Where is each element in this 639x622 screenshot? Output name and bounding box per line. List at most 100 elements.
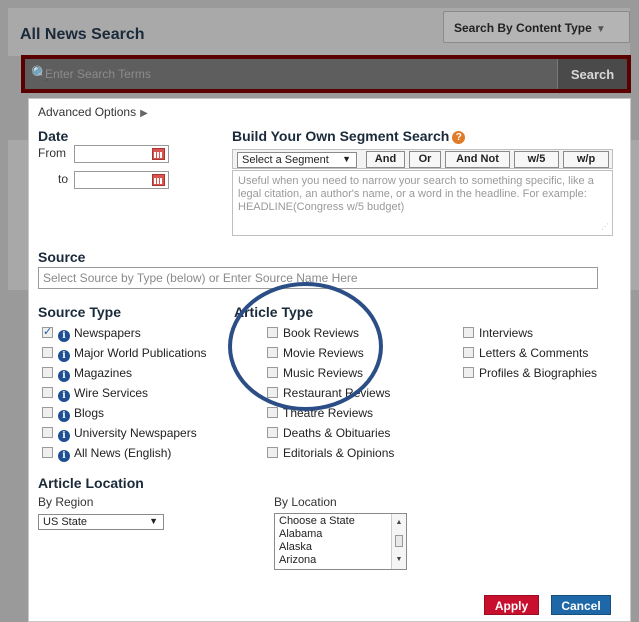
source-type-all-news[interactable]: i All News (English) (42, 446, 171, 462)
search-button[interactable]: Search (557, 59, 627, 89)
article-type-editorials-opinions[interactable]: Editorials & Opinions (267, 446, 394, 460)
operator-w5-button[interactable]: w/5 (514, 151, 559, 168)
advanced-options-dialog: Advanced Options ▶ Date From to Build You… (28, 98, 631, 622)
checkbox[interactable] (463, 367, 474, 378)
calendar-icon[interactable] (152, 174, 165, 186)
info-icon[interactable]: i (58, 430, 70, 442)
to-date-input[interactable] (74, 171, 169, 189)
location-option[interactable]: Alabama (279, 528, 402, 541)
article-type-label: Book Reviews (283, 326, 360, 340)
checkbox[interactable] (42, 325, 53, 338)
article-type-label: Letters & Comments (479, 346, 589, 360)
segment-help-text: Useful when you need to narrow your sear… (238, 175, 594, 213)
checkbox[interactable] (267, 407, 278, 418)
advanced-options-label: Advanced Options (38, 105, 137, 119)
source-type-label: All News (English) (74, 446, 172, 460)
checkbox[interactable] (42, 387, 53, 398)
scroll-thumb[interactable] (395, 535, 403, 547)
scroll-up-icon[interactable]: ▲ (392, 516, 406, 529)
source-type-label: Major World Publications (74, 346, 207, 360)
source-type-label: Magazines (74, 366, 133, 380)
article-type-deaths-obituaries[interactable]: Deaths & Obituaries (267, 426, 390, 440)
checkbox[interactable] (42, 347, 53, 358)
page-title: All News Search (20, 26, 145, 43)
segment-select[interactable]: Select a Segment ▼ (237, 152, 357, 168)
info-icon[interactable]: i (58, 370, 70, 382)
checkbox[interactable] (267, 347, 278, 358)
article-location-heading: Article Location (38, 475, 144, 491)
background-side-panel (8, 140, 28, 290)
chevron-down-icon: ▼ (595, 24, 606, 35)
article-type-theatre-reviews[interactable]: Theatre Reviews (267, 406, 373, 420)
checkbox[interactable] (463, 327, 474, 338)
date-heading: Date (38, 128, 69, 144)
article-type-movie-reviews[interactable]: Movie Reviews (267, 346, 364, 360)
checkbox[interactable] (267, 367, 278, 378)
operator-and-not-button[interactable]: And Not (445, 151, 510, 168)
location-option[interactable]: Alaska (279, 541, 402, 554)
article-type-interviews[interactable]: Interviews (463, 326, 533, 340)
info-icon[interactable]: i (58, 410, 70, 422)
source-type-label: Newspapers (74, 326, 141, 340)
info-icon[interactable]: i (58, 330, 70, 342)
checkbox[interactable] (463, 347, 474, 358)
region-select[interactable]: US State ▼ (38, 514, 164, 530)
cancel-button[interactable]: Cancel (551, 595, 611, 615)
resize-grip-icon[interactable]: ⋰ (601, 220, 609, 233)
article-type-label: Movie Reviews (283, 346, 364, 360)
segment-search-title: Build Your Own Segment Search (232, 128, 450, 144)
article-type-restaurant-reviews[interactable]: Restaurant Reviews (267, 386, 390, 400)
source-type-major-world[interactable]: i Major World Publications (42, 346, 207, 362)
source-type-wire-services[interactable]: i Wire Services (42, 386, 148, 402)
search-by-content-type-button[interactable]: Search By Content Type ▼ (443, 11, 630, 43)
source-type-university[interactable]: i University Newspapers (42, 426, 197, 442)
source-type-magazines[interactable]: i Magazines (42, 366, 132, 382)
listbox-scrollbar[interactable]: ▲ ▼ (391, 514, 406, 569)
info-icon[interactable]: i (58, 450, 70, 462)
info-icon[interactable]: i (58, 390, 70, 402)
article-type-label: Interviews (479, 326, 534, 340)
apply-button[interactable]: Apply (484, 595, 539, 615)
help-icon[interactable]: ? (452, 131, 466, 144)
segment-search-textarea[interactable]: Useful when you need to narrow your sear… (232, 170, 613, 236)
calendar-icon[interactable] (152, 148, 165, 160)
region-select-value: US State (43, 516, 88, 528)
article-type-book-reviews[interactable]: Book Reviews (267, 326, 359, 340)
segment-toolbar: Select a Segment ▼ And Or And Not w/5 w/p (232, 149, 613, 169)
source-type-blogs[interactable]: i Blogs (42, 406, 104, 422)
chevron-right-icon: ▶ (140, 108, 148, 119)
background-side-panel-right (631, 140, 639, 290)
article-type-label: Profiles & Biographies (479, 366, 598, 380)
article-type-profiles-biographies[interactable]: Profiles & Biographies (463, 366, 597, 380)
info-icon[interactable]: i (58, 350, 70, 362)
search-input[interactable] (43, 63, 543, 85)
location-option[interactable]: Arizona (279, 554, 402, 567)
scroll-down-icon[interactable]: ▼ (392, 553, 406, 566)
article-type-music-reviews[interactable]: Music Reviews (267, 366, 363, 380)
to-label: to (58, 172, 69, 186)
checkbox[interactable] (42, 447, 53, 458)
checkbox[interactable] (267, 327, 278, 338)
operator-wp-button[interactable]: w/p (563, 151, 609, 168)
article-type-letters-comments[interactable]: Letters & Comments (463, 346, 588, 360)
location-listbox[interactable]: Choose a State Alabama Alaska Arizona ▲ … (274, 513, 407, 570)
source-input[interactable]: Select Source by Type (below) or Enter S… (38, 267, 598, 289)
checkbox[interactable] (42, 427, 53, 438)
article-type-label: Deaths & Obituaries (283, 426, 391, 440)
operator-and-button[interactable]: And (366, 151, 405, 168)
from-date-input[interactable] (74, 145, 169, 163)
checkbox[interactable] (42, 367, 53, 378)
checkbox[interactable] (267, 427, 278, 438)
source-type-heading: Source Type (38, 304, 121, 320)
checkbox[interactable] (267, 387, 278, 398)
source-type-label: Blogs (74, 406, 105, 420)
checkbox[interactable] (267, 447, 278, 458)
source-type-newspapers[interactable]: i Newspapers (42, 325, 141, 342)
source-type-label: University Newspapers (74, 426, 197, 440)
advanced-options-toggle[interactable]: Advanced Options ▶ (38, 105, 148, 119)
operator-or-button[interactable]: Or (409, 151, 441, 168)
search-inner: 🔍 Search (25, 59, 627, 89)
checkbox[interactable] (42, 407, 53, 418)
source-heading: Source (38, 249, 86, 265)
location-option[interactable]: Choose a State (279, 515, 402, 528)
